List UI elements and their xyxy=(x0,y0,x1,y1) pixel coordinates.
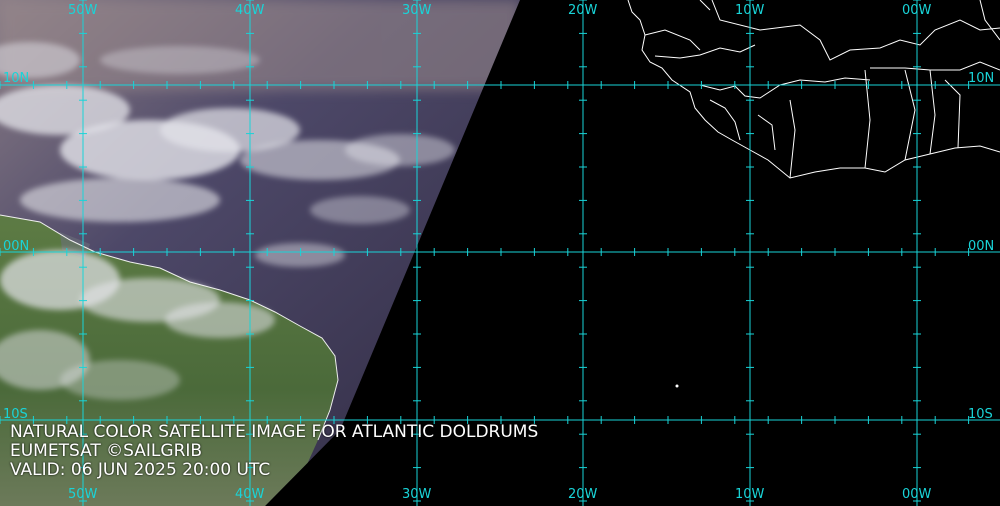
lon-label-bottom-00w: 00W xyxy=(902,487,932,502)
caption-valid-time: VALID: 06 JUN 2025 20:00 UTC xyxy=(10,460,271,480)
lat-label-right-10s: 10S xyxy=(968,407,993,422)
lat-label-left-10n: 10N xyxy=(3,71,30,86)
lon-label-top-30w: 30W xyxy=(402,3,432,18)
lat-label-right-10n: 10N xyxy=(968,71,995,86)
lon-label-bottom-20w: 20W xyxy=(568,487,598,502)
lat-label-left-00n: 00N xyxy=(3,239,30,254)
lon-label-bottom-30w: 30W xyxy=(402,487,432,502)
lon-label-bottom-40w: 40W xyxy=(235,487,265,502)
lon-label-top-20w: 20W xyxy=(568,3,598,18)
image-caption: NATURAL COLOR SATELLITE IMAGE FOR ATLANT… xyxy=(10,423,538,480)
lon-label-top-50w: 50W xyxy=(68,3,98,18)
lon-label-bottom-50w: 50W xyxy=(68,487,98,502)
ascension-island xyxy=(675,384,679,388)
lat-label-left-10s: 10S xyxy=(3,407,28,422)
caption-title: NATURAL COLOR SATELLITE IMAGE FOR ATLANT… xyxy=(10,422,539,442)
lat-label-right-00n: 00N xyxy=(968,239,995,254)
lon-label-top-00w: 00W xyxy=(902,3,932,18)
lon-label-top-10w: 10W xyxy=(735,3,765,18)
lon-label-bottom-10w: 10W xyxy=(735,487,765,502)
lon-label-top-40w: 40W xyxy=(235,3,265,18)
caption-credit: EUMETSAT ©SAILGRIB xyxy=(10,441,203,461)
